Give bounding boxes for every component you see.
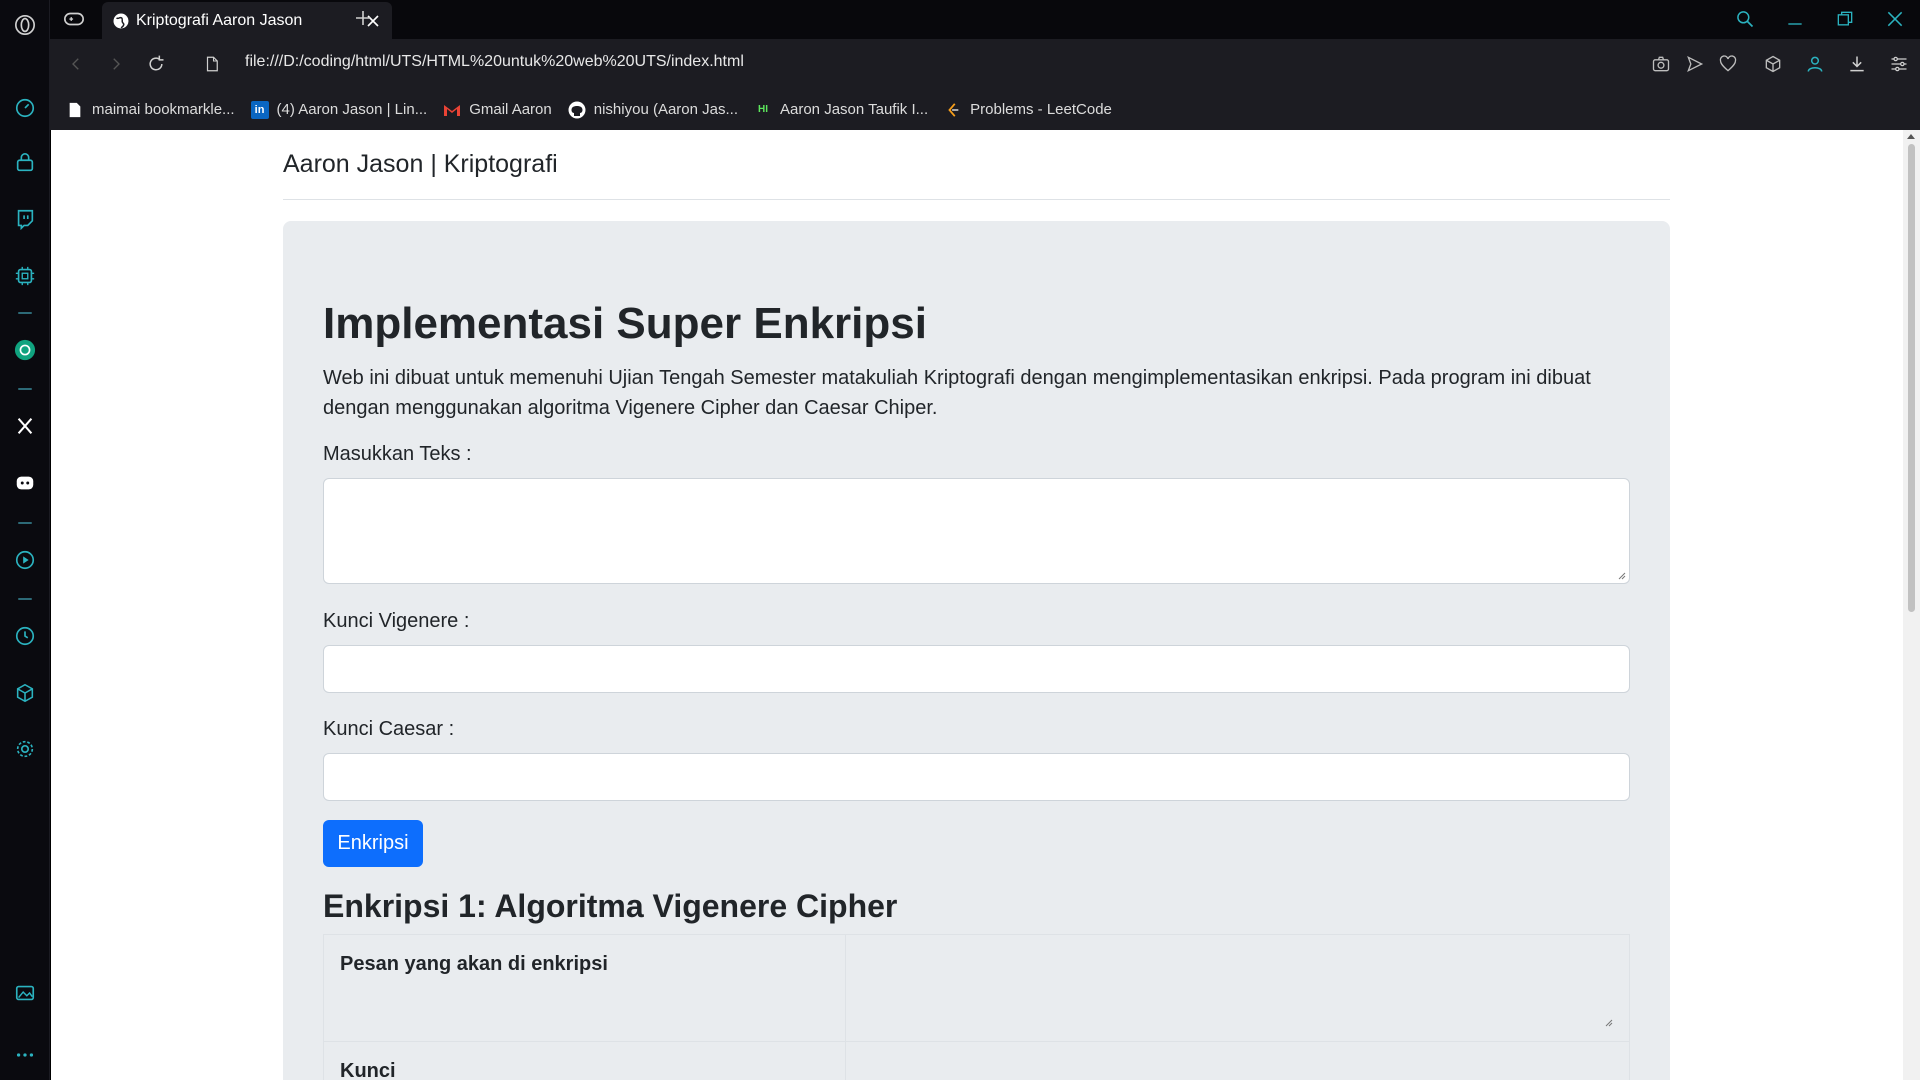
page-title: Implementasi Super Enkripsi [323,299,927,348]
hr-icon: HI [758,104,768,115]
gallery-icon[interactable] [13,981,37,1005]
vertical-scrollbar[interactable] [1903,130,1920,1080]
caesar-key-input[interactable] [323,753,1630,801]
extensions-icon[interactable] [13,681,37,705]
send-icon[interactable] [1684,53,1706,75]
chatgpt-icon[interactable] [13,338,37,362]
navbar-brand[interactable]: Aaron Jason | Kriptografi [283,150,558,179]
easy-setup-icon[interactable] [1888,53,1910,75]
bookmark-item[interactable]: Gmail Aaron [443,101,552,119]
ai-icon[interactable] [13,264,37,288]
bookmark-label: Gmail Aaron [469,101,552,118]
section-title-vigenere: Enkripsi 1: Algoritma Vigenere Cipher [323,888,898,924]
page-info-icon[interactable] [200,52,224,76]
github-icon [568,101,586,119]
table-row: Kunci [324,1042,1629,1080]
page-icon [66,101,84,119]
globe-icon [113,13,129,28]
vigenere-key-input[interactable] [323,645,1630,693]
bookmark-item[interactable]: maimai bookmarkle... [66,101,235,119]
browser-sidebar [0,0,50,1080]
gamepad-icon[interactable] [63,9,85,29]
minimize-icon[interactable] [1782,7,1808,31]
page-viewport: Aaron Jason | Kriptografi Implementasi S… [51,130,1903,1080]
x-icon[interactable] [13,414,37,438]
discord-icon[interactable] [13,471,37,495]
close-window-icon[interactable] [1882,7,1908,31]
cube-icon[interactable] [1762,53,1784,75]
gmail-icon [443,101,461,119]
bookmark-label: Problems - LeetCode [970,101,1112,118]
encrypt-button[interactable]: Enkripsi [323,820,423,867]
bookmark-item[interactable]: nishiyou (Aaron Jas... [568,101,738,119]
key-output-cell [846,1042,1629,1080]
resize-handle-icon[interactable] [1618,572,1626,580]
divider [283,199,1670,200]
resize-handle-icon[interactable] [1605,1019,1613,1027]
more-icon[interactable] [13,1043,37,1067]
text-input-label: Masukkan Teks : [323,443,472,465]
scroll-up-icon[interactable] [1907,134,1915,139]
download-icon[interactable] [1846,53,1868,75]
shopping-icon[interactable] [13,151,37,175]
tab-title: Kriptografi Aaron Jason [136,11,303,29]
message-output-textarea[interactable] [846,935,1629,1041]
opera-logo-icon[interactable] [13,13,37,37]
heart-icon[interactable] [1717,53,1739,75]
url-field[interactable]: file:///D:/coding/html/UTS/HTML%20untuk%… [245,53,744,71]
player-icon[interactable] [13,548,37,572]
plaintext-textarea[interactable] [323,478,1630,584]
linkedin-icon: in [250,100,269,119]
bookmark-item[interactable]: Problems - LeetCode [944,101,1112,119]
bookmark-label: Aaron Jason Taufik I... [780,101,929,118]
speed-dial-icon[interactable] [13,96,37,120]
intro-paragraph: Web ini dibuat untuk memenuhi Ujian Teng… [323,367,1591,419]
back-icon[interactable] [64,52,88,76]
search-icon[interactable] [1732,7,1758,31]
scroll-thumb[interactable] [1908,144,1915,612]
jumbotron: Implementasi Super Enkripsi Web ini dibu… [283,221,1670,1080]
caesar-key-label: Kunci Caesar : [323,718,455,740]
forward-icon[interactable] [104,52,128,76]
settings-icon[interactable] [13,737,37,761]
leetcode-icon [944,101,962,119]
restore-icon[interactable] [1832,7,1858,31]
reload-icon[interactable] [144,52,168,76]
tab-active[interactable]: Kriptografi Aaron Jason [102,2,392,39]
profile-icon[interactable] [1804,53,1826,75]
bookmarks-bar: maimai bookmarkle... in (4) Aaron Jason … [50,89,1920,130]
bookmark-item[interactable]: HI Aaron Jason Taufik I... [754,101,928,119]
snapshot-icon[interactable] [1650,53,1672,75]
history-icon[interactable] [13,624,37,648]
bookmark-item[interactable]: in (4) Aaron Jason | Lin... [250,100,428,119]
bookmark-label: nishiyou (Aaron Jas... [593,101,738,118]
vigenere-table: Pesan yang akan di enkripsi Kunci [323,934,1630,1080]
tab-bar: Kriptografi Aaron Jason [50,0,1920,39]
twitch-icon[interactable] [13,207,37,231]
table-header-cell: Kunci [324,1042,846,1080]
new-tab-icon[interactable] [352,7,374,29]
table-header-cell: Pesan yang akan di enkripsi [324,935,846,1041]
table-row: Pesan yang akan di enkripsi [324,935,1629,1042]
bookmark-label: (4) Aaron Jason | Lin... [276,101,428,118]
address-bar: file:///D:/coding/html/UTS/HTML%20untuk%… [50,39,1920,89]
vigenere-key-label: Kunci Vigenere : [323,610,470,632]
bookmark-label: maimai bookmarkle... [92,101,235,118]
